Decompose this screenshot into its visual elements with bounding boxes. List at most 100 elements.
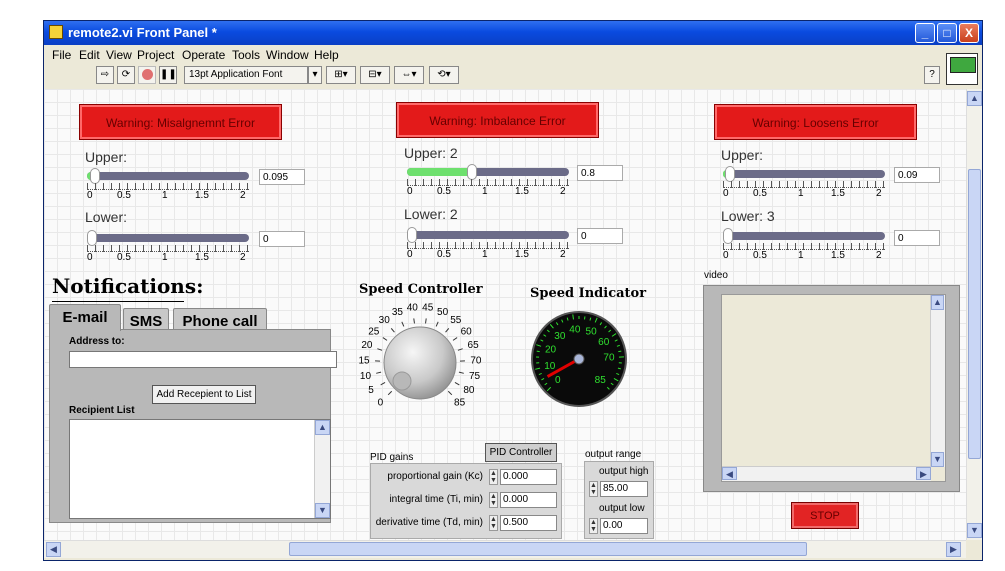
add-recipient-button[interactable]: Add Recepient to List [152,385,256,404]
scale-tick-label: 0.5 [437,249,451,260]
video-frame: ▲ ▼ ◀ ▶ [721,294,946,482]
abort-icon[interactable] [138,66,156,84]
stop-button[interactable]: STOP [791,502,859,529]
knob-tick [401,321,405,327]
misalignment-upper-value[interactable]: 0.095 [259,169,305,185]
scroll-right-icon[interactable]: ▶ [916,467,931,480]
gauge-scale-label: 85 [595,375,607,386]
scroll-up-icon[interactable]: ▲ [967,91,982,106]
menu-help[interactable]: Help [314,48,339,62]
panel-vertical-scrollbar[interactable]: ▲ ▼ [966,89,982,540]
run-continuously-icon[interactable]: ⟳ [117,66,135,84]
slider-thumb[interactable] [87,230,97,246]
vertical-scroll-thumb[interactable] [968,169,981,459]
recipient-list-scrollbar[interactable]: ▲ ▼ [314,420,330,518]
menu-file[interactable]: File [52,48,71,62]
imbalance-upper-value[interactable]: 0.8 [577,165,623,181]
scale-tick-label: 1.5 [515,186,529,197]
knob-scale-label: 70 [470,355,482,366]
scroll-down-icon[interactable]: ▼ [967,523,982,538]
help-button[interactable]: ? [924,66,940,84]
knob-tick [387,390,393,396]
scroll-up-icon[interactable]: ▲ [315,420,330,435]
integral-time-label: integral time (Ti, min) [389,494,483,505]
video-label: video [704,270,728,281]
imbalance-lower-slider[interactable] [407,227,569,243]
scroll-down-icon[interactable]: ▼ [931,452,944,467]
proportional-gain-spinner[interactable]: ▲ ▼ [489,469,498,485]
output-low-input[interactable]: 0.00 [600,518,648,534]
output-high-input[interactable]: 85.00 [600,481,648,497]
derivative-time-spinner[interactable]: ▲ ▼ [489,515,498,531]
knob-tick [413,318,415,324]
knob-scale-label: 0 [378,398,384,409]
resize-objects-icon[interactable]: ⇔▾ [394,66,424,84]
derivative-time-label: derivative time (Td, min) [375,517,483,528]
scroll-down-icon[interactable]: ▼ [315,503,330,518]
misalignment-lower-value[interactable]: 0 [259,231,305,247]
title-bar[interactable]: remote2.vi Front Panel * _ □ X [44,21,982,45]
integral-time-spinner[interactable]: ▲ ▼ [489,492,498,508]
slider-fill [407,168,472,176]
tab-email[interactable]: E-mail [49,304,121,331]
scroll-up-icon[interactable]: ▲ [931,295,944,310]
integral-time-input[interactable]: 0.000 [500,492,557,508]
menu-project[interactable]: Project [137,48,174,62]
knob-body[interactable] [383,326,457,400]
misalignment-lower-label: Lower: [85,209,128,225]
speed-controller-knob[interactable]: 05 10 15 20 253035 40 45 505560 65 70 75 80 85 [350,299,490,421]
output-high-spinner[interactable]: ▲ ▼ [589,481,598,497]
loosens-lower-value[interactable]: 0 [894,230,940,246]
slider-thumb[interactable] [407,227,417,243]
menu-operate[interactable]: Operate [182,48,225,62]
loosens-upper-slider[interactable] [723,166,885,182]
scale-tick-label: 1 [482,249,488,260]
knob-scale-label: 65 [468,340,480,351]
address-input[interactable] [69,351,337,368]
slider-thumb[interactable] [725,166,736,182]
pid-controller-button[interactable]: PID Controller [485,443,557,462]
recipient-list[interactable]: ▲ ▼ [69,419,331,519]
minimize-button[interactable]: _ [915,23,935,43]
menu-window[interactable]: Window [266,48,309,62]
menu-edit[interactable]: Edit [79,48,100,62]
menu-tools[interactable]: Tools [232,48,260,62]
close-button[interactable]: X [959,23,979,43]
run-arrow-icon[interactable]: ⇨ [96,66,114,84]
proportional-gain-input[interactable]: 0.000 [500,469,557,485]
loosens-lower-slider[interactable] [723,228,885,244]
distribute-objects-icon[interactable]: ⊟▾ [360,66,390,84]
slider-thumb[interactable] [466,164,477,180]
scroll-left-icon[interactable]: ◀ [46,542,61,557]
scale-tick-label: 0 [723,188,729,199]
misalignment-upper-slider[interactable] [87,168,249,184]
slider-thumb[interactable] [90,168,101,184]
output-low-spinner[interactable]: ▲ ▼ [589,518,598,534]
menu-view[interactable]: View [106,48,132,62]
imbalance-upper-label: Upper: 2 [404,145,458,161]
align-objects-icon[interactable]: ⊞▾ [326,66,356,84]
gauge-tick [618,350,622,353]
maximize-button[interactable]: □ [937,23,957,43]
knob-tick [447,390,453,396]
chevron-down-icon[interactable]: ▾ [308,66,322,84]
scroll-left-icon[interactable]: ◀ [722,467,737,480]
panel-horizontal-scrollbar[interactable]: ◀ ▶ [44,540,966,558]
video-horizontal-scrollbar[interactable]: ◀ ▶ [722,466,931,481]
loosens-upper-scale: 0 0.5 1 1.5 2 [723,188,885,200]
pause-icon[interactable]: ❚❚ [159,66,177,84]
slider-thumb[interactable] [723,228,733,244]
resize-grip-icon[interactable] [966,540,982,558]
imbalance-upper-slider[interactable] [407,164,569,180]
derivative-time-input[interactable]: 0.500 [500,515,557,531]
video-vertical-scrollbar[interactable]: ▲ ▼ [930,295,945,467]
reorder-icon[interactable]: ⟲▾ [429,66,459,84]
horizontal-scroll-thumb[interactable] [289,542,807,556]
misalignment-lower-slider[interactable] [87,230,249,246]
knob-tick [425,318,427,324]
imbalance-lower-value[interactable]: 0 [577,228,623,244]
font-select[interactable]: 13pt Application Font [184,66,308,84]
slider-scale [407,242,569,249]
loosens-upper-value[interactable]: 0.09 [894,167,940,183]
scroll-right-icon[interactable]: ▶ [946,542,961,557]
